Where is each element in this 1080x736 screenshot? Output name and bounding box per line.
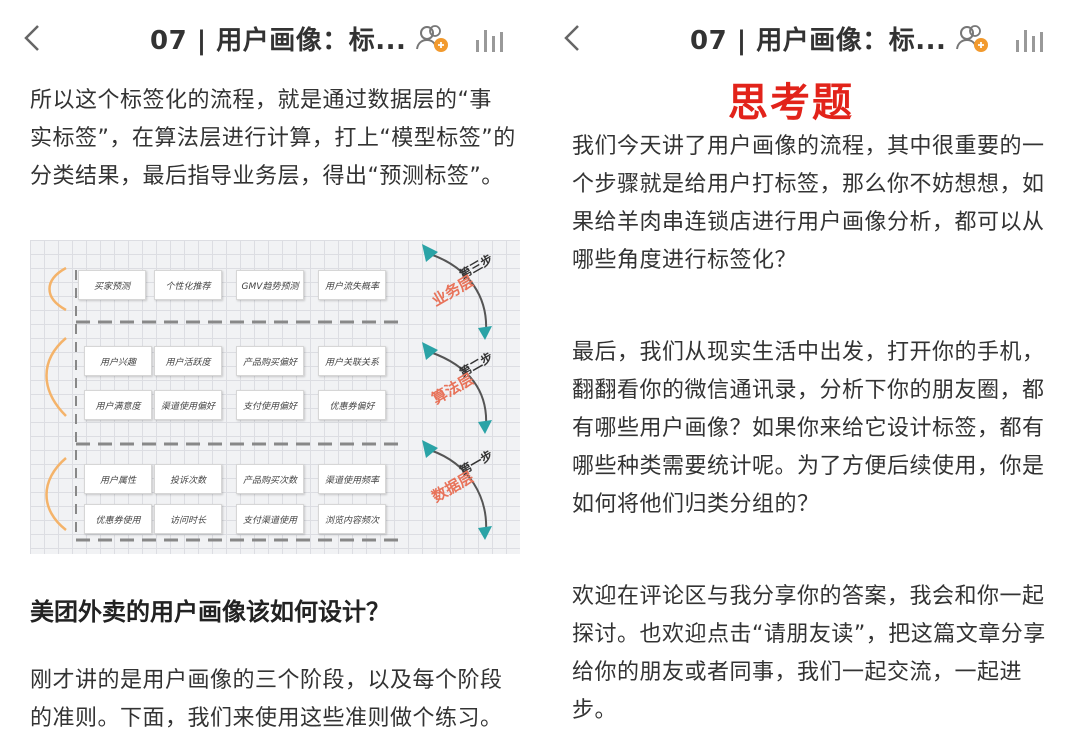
chevron-left-icon[interactable] xyxy=(18,22,46,54)
intro-paragraph: 所以这个标签化的流程，就是通过数据层的“事 实标签”，在算法层进行计算，打上“模… xyxy=(30,82,520,196)
text-line: 给你的朋友或者同事，我们一起交流，一起进 xyxy=(572,660,1023,685)
text-line: 翻翻看你的微信通讯录，分析下你的朋友圈，都 xyxy=(572,378,1045,403)
tag-chip: 产品购买次数 xyxy=(236,464,304,494)
tag-chip: 投诉次数 xyxy=(154,464,222,494)
tag-chip: 产品购买偏好 xyxy=(236,346,304,376)
text-line: 如何将他们归类分组的？ xyxy=(572,492,820,517)
text-line: 步。 xyxy=(572,698,618,723)
text-line: 实标签”，在算法层进行计算，打上“模型标签”的 xyxy=(30,126,516,151)
tag-chip: 渠道使用偏好 xyxy=(154,390,222,420)
tag-chip: 用户兴趣 xyxy=(84,346,152,376)
text-line: 刚才讲的是用户画像的三个阶段，以及每个阶段 xyxy=(30,668,503,693)
text-line: 的准则。下面，我们来使用这些准则做个练习。 xyxy=(30,706,503,731)
text-line: 有哪些用户画像？如果你来给它设计标签，都有 xyxy=(572,416,1045,441)
tag-chip: 支付渠道使用 xyxy=(236,504,304,534)
question-paragraph: 我们今天讲了用户画像的流程，其中很重要的一 个步骤就是给用户打标签，那么你不妨想… xyxy=(572,128,1066,280)
text-line: 我们今天讲了用户画像的流程，其中很重要的一 xyxy=(572,134,1045,159)
tag-chip: 用户满意度 xyxy=(84,390,152,420)
tag-chip: 用户流失概率 xyxy=(318,270,386,300)
listen-users-icon[interactable] xyxy=(954,22,990,54)
tag-chip: 用户关联关系 xyxy=(318,346,386,376)
chevron-left-icon[interactable] xyxy=(558,22,586,54)
text-line: 所以这个标签化的流程，就是通过数据层的“事 xyxy=(30,88,492,113)
text-line: 最后，我们从现实生活中出发，打开你的手机， xyxy=(572,340,1045,365)
listen-users-icon[interactable] xyxy=(414,22,450,54)
left-screen: 07 | 用户画像：标... 所以这个标签化的流程，就是通过数据层的“事 实标签… xyxy=(0,0,540,736)
tag-chip: 优惠券使用 xyxy=(84,504,152,534)
section-heading: 美团外卖的用户画像该如何设计？ xyxy=(30,598,390,626)
section-paragraph: 刚才讲的是用户画像的三个阶段，以及每个阶段 的准则。下面，我们来使用这些准则做个… xyxy=(30,662,520,736)
tag-chip: 浏览内容频次 xyxy=(318,504,386,534)
tag-chip: 支付使用偏好 xyxy=(236,390,304,420)
top-bar: 07 | 用户画像：标... xyxy=(0,0,540,76)
text-line: 探讨。也欢迎点击“请朋友读”，把这篇文章分享 xyxy=(572,622,1046,647)
text-line: 欢迎在评论区与我分享你的答案，我会和你一起 xyxy=(572,584,1045,609)
text-line: 个步骤就是给用户打标签，那么你不妨想想，如 xyxy=(572,172,1045,197)
page-title: 07 | 用户画像：标... xyxy=(150,26,407,56)
thinking-question-heading: 思考题 xyxy=(728,80,854,126)
page-title: 07 | 用户画像：标... xyxy=(690,26,947,56)
tag-chip: 用户属性 xyxy=(84,464,152,494)
tagging-process-diagram: 第三步 业务层 第二步 算法层 第一步 数据层 买家预测 个性化推荐 GMV趋势… xyxy=(30,240,520,554)
tag-chip: 用户活跃度 xyxy=(154,346,222,376)
bar-chart-icon[interactable] xyxy=(474,26,508,52)
tag-chip: GMV趋势预测 xyxy=(236,270,304,300)
exercise-paragraph: 最后，我们从现实生活中出发，打开你的手机， 翻翻看你的微信通讯录，分析下你的朋友… xyxy=(572,334,1066,524)
tag-chip: 访问时长 xyxy=(154,504,222,534)
tag-chip: 个性化推荐 xyxy=(154,270,222,300)
tag-chip: 渠道使用频率 xyxy=(318,464,386,494)
bar-chart-icon[interactable] xyxy=(1014,26,1048,52)
text-line: 哪些种类需要统计呢。为了方便后续使用，你是 xyxy=(572,454,1045,479)
invite-paragraph: 欢迎在评论区与我分享你的答案，我会和你一起 探讨。也欢迎点击“请朋友读”，把这篇… xyxy=(572,578,1066,730)
text-line: 分类结果，最后指导业务层，得出“预测标签”。 xyxy=(30,164,504,189)
tag-chip: 优惠券偏好 xyxy=(318,390,386,420)
text-line: 哪些角度进行标签化？ xyxy=(572,248,798,273)
top-bar: 07 | 用户画像：标... xyxy=(540,0,1080,76)
tag-chip: 买家预测 xyxy=(78,270,146,300)
text-line: 果给羊肉串连锁店进行用户画像分析，都可以从 xyxy=(572,210,1045,235)
